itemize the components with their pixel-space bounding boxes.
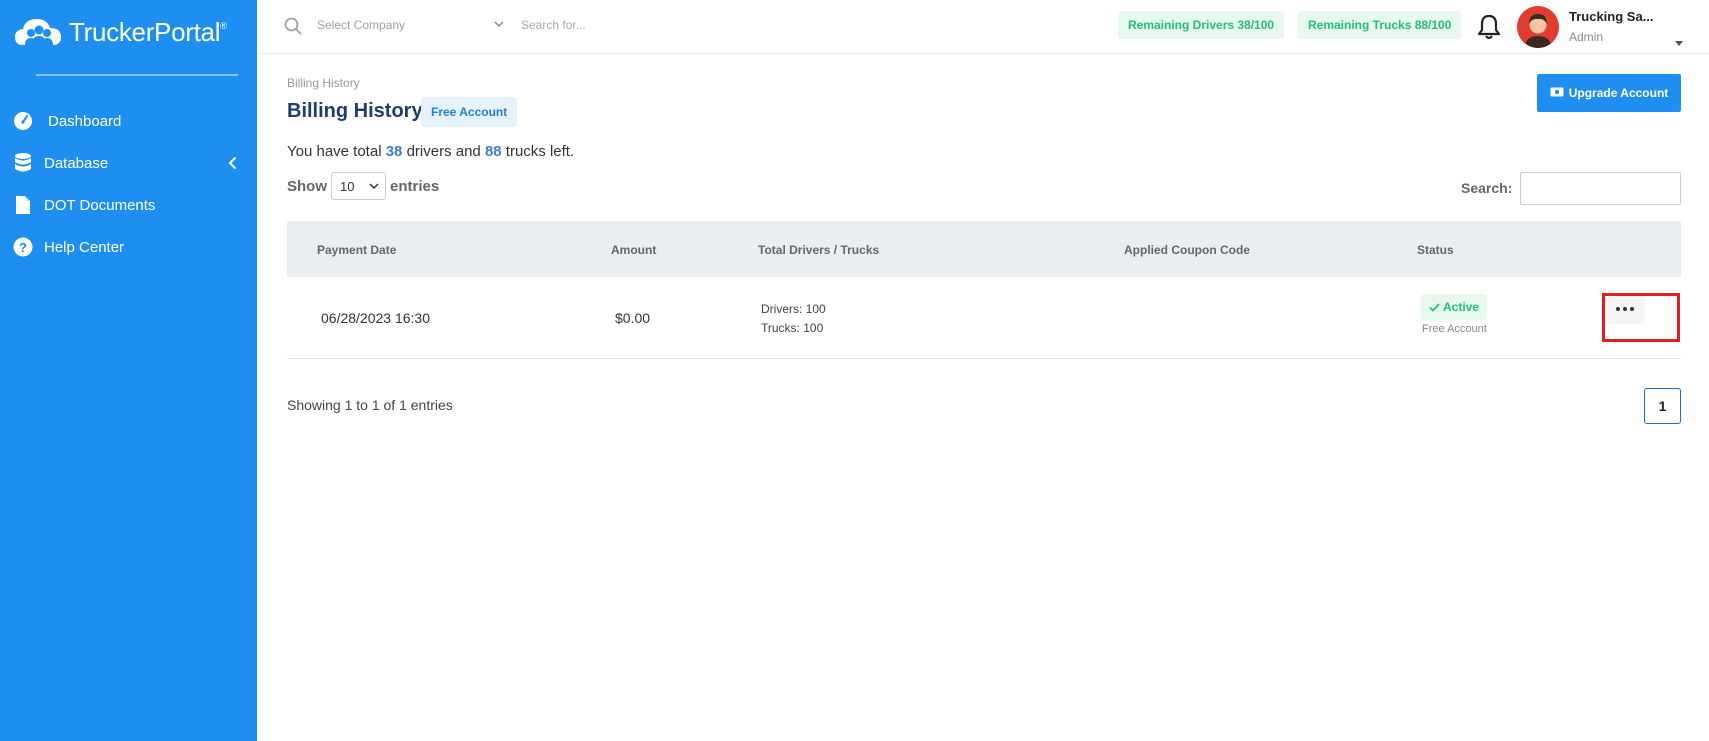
account-type-badge: Free Account — [421, 97, 518, 127]
sidebar-item-label: Database — [44, 154, 109, 172]
status-badge: Active — [1421, 294, 1488, 320]
table-header: Payment Date Amount Total Drivers / Truc… — [287, 221, 1681, 277]
sidebar-item-help-center[interactable]: ? Help Center — [0, 226, 257, 268]
table-row: 06/28/2023 16:30 $0.00 Drivers: 100 Truc… — [287, 277, 1681, 359]
summary-text: drivers and — [406, 143, 481, 160]
chevron-down-icon — [369, 183, 379, 190]
database-icon — [12, 152, 34, 174]
chevron-down-icon — [493, 18, 505, 32]
sidebar: TruckerPortal® Dashboard Database DOT Do… — [0, 0, 257, 741]
money-icon — [1550, 86, 1564, 100]
sidebar-item-label: Dashboard — [48, 112, 122, 130]
page-title: Billing History — [287, 100, 423, 122]
chevron-left-icon[interactable] — [227, 156, 237, 174]
brand-logo[interactable]: TruckerPortal® — [13, 15, 227, 49]
entries-select-value: 10 — [340, 178, 355, 194]
entries-label: entries — [390, 177, 440, 195]
summary-text: You have total — [287, 143, 382, 160]
trucks-total-cell: Trucks: 100 — [761, 321, 824, 335]
user-role: Admin — [1569, 30, 1604, 44]
status-subtext: Free Account — [1422, 323, 1487, 335]
help-circle-icon: ? — [12, 236, 34, 258]
drivers-left-count: 38 — [385, 143, 403, 160]
cloud-people-logo-icon — [15, 19, 61, 45]
user-name[interactable]: Trucking Sa... — [1569, 9, 1654, 24]
sidebar-nav: Dashboard Database DOT Documents ? Help … — [0, 100, 257, 268]
sidebar-item-dot-documents[interactable]: DOT Documents — [0, 184, 257, 226]
sidebar-item-label: Help Center — [44, 238, 125, 256]
table-search-input[interactable] — [1520, 172, 1681, 205]
trucks-left-count: 88 — [484, 143, 502, 160]
status-label: Active — [1443, 300, 1480, 314]
document-icon — [12, 194, 34, 216]
payment-date-cell: 06/28/2023 16:30 — [321, 310, 430, 326]
search-input[interactable] — [521, 18, 721, 32]
drivers-total-cell: Drivers: 100 — [761, 302, 826, 316]
highlight-box — [1602, 293, 1680, 342]
company-select[interactable]: Select Company — [317, 18, 504, 32]
table-search-label: Search: — [1461, 180, 1513, 196]
column-header-payment-date[interactable]: Payment Date — [317, 243, 396, 257]
summary-text: trucks left. — [505, 143, 575, 160]
sidebar-item-dashboard[interactable]: Dashboard — [0, 100, 257, 142]
remaining-trucks-badge: Remaining Trucks 88/100 — [1298, 11, 1462, 39]
column-header-status[interactable]: Status — [1417, 243, 1454, 257]
sidebar-item-label: DOT Documents — [44, 196, 156, 214]
upgrade-account-button[interactable]: Upgrade Account — [1537, 74, 1681, 112]
company-select-placeholder: Select Company — [317, 18, 406, 32]
bell-icon[interactable] — [1477, 14, 1501, 45]
breadcrumb[interactable]: Billing History — [287, 76, 360, 90]
brand-name: TruckerPortal® — [69, 16, 227, 47]
search-icon — [284, 17, 302, 40]
sidebar-divider — [36, 74, 238, 76]
caret-down-icon[interactable] — [1674, 34, 1684, 52]
show-label: Show — [287, 177, 327, 195]
pagination-page-1[interactable]: 1 — [1644, 388, 1681, 424]
speedometer-icon — [12, 110, 34, 132]
top-bar: Select Company Remaining Drivers 38/100 … — [257, 0, 1709, 54]
entries-length-control: Show 10 entries — [287, 172, 439, 200]
svg-text:?: ? — [19, 240, 27, 255]
column-header-total-drivers-trucks[interactable]: Total Drivers / Trucks — [758, 243, 879, 257]
column-header-coupon-code[interactable]: Applied Coupon Code — [1124, 243, 1250, 257]
avatar[interactable] — [1517, 6, 1559, 48]
account-summary: You have total 38 drivers and 88 trucks … — [287, 143, 574, 160]
entries-select[interactable]: 10 — [331, 172, 386, 200]
column-header-amount[interactable]: Amount — [611, 243, 656, 257]
remaining-drivers-badge: Remaining Drivers 38/100 — [1118, 11, 1285, 39]
sidebar-item-database[interactable]: Database — [0, 142, 257, 184]
check-icon — [1429, 302, 1440, 312]
table-info: Showing 1 to 1 of 1 entries — [287, 397, 453, 413]
upgrade-account-label: Upgrade Account — [1568, 86, 1669, 100]
amount-cell: $0.00 — [615, 310, 651, 326]
